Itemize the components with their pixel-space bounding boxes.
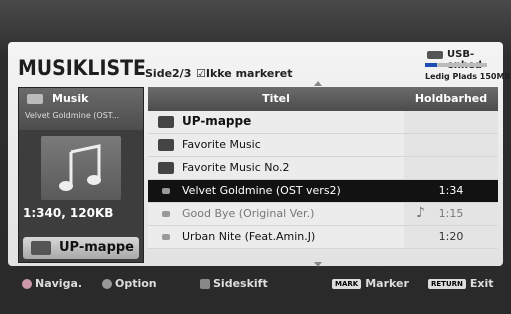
- dpad-icon: [22, 279, 32, 289]
- footer-bar: Naviga. Option Sideskift MARK Marker RETU…: [0, 270, 511, 298]
- page-title: MUSIKLISTE: [18, 56, 146, 80]
- column-header-duration: Holdbarhed: [414, 92, 488, 105]
- row-duration: 1:15: [438, 207, 464, 220]
- column-header-title: Titel: [262, 92, 290, 105]
- row-name: Urban Nite (Feat.Amin.J): [182, 230, 316, 243]
- list-row[interactable]: Urban Nite (Feat.Amin.J) 1:20: [148, 226, 498, 249]
- music-note-icon: [59, 144, 101, 191]
- usb-icon: [427, 51, 443, 59]
- list-header: Titel Holdbarhed: [148, 87, 498, 111]
- ok-button-icon: [102, 279, 112, 289]
- footer-mark[interactable]: MARK Marker: [332, 277, 409, 290]
- footer-navigate-label: Naviga.: [35, 277, 83, 290]
- row-duration: 1:20: [438, 230, 464, 243]
- footer-exit-label: Exit: [469, 277, 494, 290]
- list-row[interactable]: Favorite Music: [148, 134, 498, 157]
- page-indicator: Side2/3: [145, 67, 192, 80]
- file-icon: [162, 188, 170, 194]
- footer-pageswitch[interactable]: Sideskift: [200, 277, 268, 290]
- footer-pageswitch-label: Sideskift: [213, 277, 268, 290]
- usb-free-space: Ledig Plads 150MB: [425, 72, 511, 81]
- folder-icon: [158, 139, 174, 151]
- preview-subtitle: Velvet Goldmine (OST...: [25, 111, 120, 120]
- usb-capacity-fill: [425, 63, 438, 67]
- usb-label: USB-enhed: [447, 49, 482, 71]
- music-list-screen: MUSIKLISTE Side2/3 ☑Ikke markeret USB-en…: [0, 0, 511, 314]
- footer-navigate[interactable]: Naviga.: [22, 277, 82, 290]
- footer-mark-label: Marker: [365, 277, 409, 290]
- page-key-icon: [200, 279, 210, 289]
- mark-key-icon: MARK: [332, 279, 362, 289]
- return-key-icon: RETURN: [428, 279, 466, 289]
- preview-header: Musik Velvet Goldmine (OST...: [19, 88, 143, 130]
- up-folder-icon: [158, 116, 174, 128]
- list-row[interactable]: Favorite Music No.2: [148, 157, 498, 180]
- preview-panel: Musik Velvet Goldmine (OST... 1:340, 120…: [18, 87, 144, 263]
- preview-title: Musik: [52, 92, 89, 105]
- row-name: UP-mappe: [182, 114, 252, 128]
- music-folder-icon: [27, 94, 43, 104]
- row-name: Velvet Goldmine (OST vers2): [182, 184, 341, 197]
- folder-icon: [158, 162, 174, 174]
- mark-status: ☑Ikke markeret: [196, 67, 293, 80]
- up-folder-button[interactable]: UP-mappe: [23, 237, 139, 259]
- usb-status: USB-enhed Ledig Plads 150MB: [425, 48, 511, 82]
- row-name: Favorite Music: [182, 138, 261, 151]
- footer-option-label: Option: [115, 277, 157, 290]
- list-row-selected[interactable]: Velvet Goldmine (OST vers2) 1:34: [148, 180, 498, 203]
- row-name: Favorite Music No.2: [182, 161, 290, 174]
- row-duration: 1:34: [438, 184, 464, 197]
- usb-capacity-bar: [425, 63, 487, 67]
- list-row-playing[interactable]: Good Bye (Original Ver.) ♪ 1:15: [148, 203, 498, 226]
- up-folder-button-label: UP-mappe: [59, 240, 134, 255]
- footer-option[interactable]: Option: [102, 277, 157, 290]
- file-icon: [162, 234, 170, 240]
- scroll-down-arrow[interactable]: [314, 262, 322, 267]
- up-folder-icon: [31, 241, 51, 255]
- row-name: Good Bye (Original Ver.): [182, 207, 315, 220]
- album-art: [41, 136, 121, 200]
- list-row-up-folder[interactable]: UP-mappe: [148, 111, 498, 134]
- footer-exit[interactable]: RETURN Exit: [428, 277, 494, 290]
- scroll-up-arrow[interactable]: [314, 81, 322, 86]
- file-list: Titel Holdbarhed UP-mappe Favorite Music…: [148, 87, 498, 261]
- file-icon: [162, 211, 170, 217]
- file-info: 1:340, 120KB: [23, 206, 114, 220]
